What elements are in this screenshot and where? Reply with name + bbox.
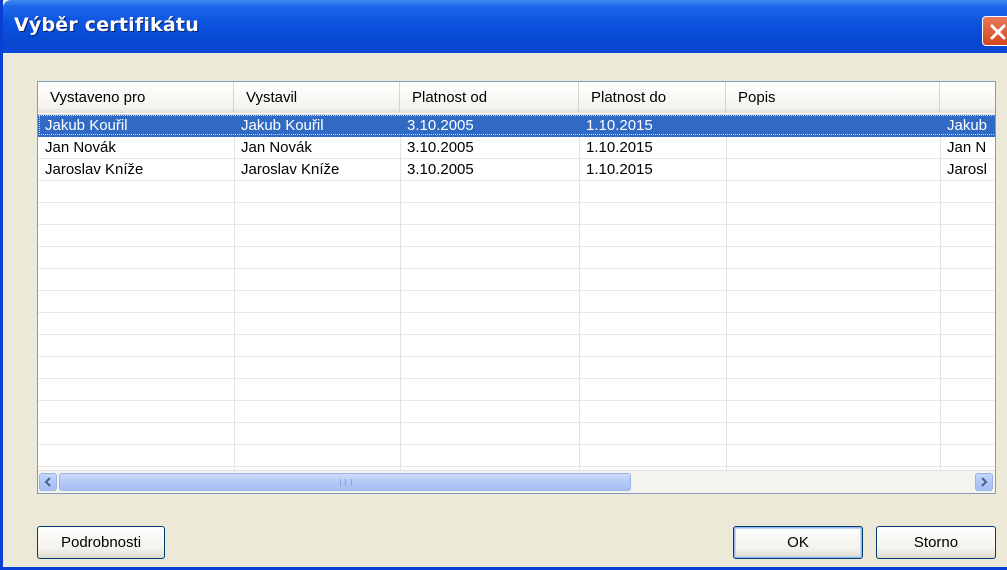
ok-button[interactable]: OK: [733, 526, 863, 559]
empty-row: [38, 203, 995, 225]
table-row[interactable]: Jakub Kouřil Jakub Kouřil 3.10.2005 1.10…: [38, 115, 995, 137]
window-title: Výběr certifikátu: [14, 14, 199, 36]
empty-row: [38, 423, 995, 445]
close-button[interactable]: [982, 16, 1007, 46]
column-header-extra[interactable]: [940, 82, 995, 113]
empty-row: [38, 269, 995, 291]
empty-row: [38, 357, 995, 379]
empty-row: [38, 291, 995, 313]
empty-row: [38, 181, 995, 203]
cell-issued-to: Jan Novák: [45, 139, 116, 156]
empty-row: [38, 335, 995, 357]
details-button[interactable]: Podrobnosti: [37, 526, 165, 559]
certificate-dialog: Výběr certifikátu Vystaveno pro Vystavil…: [0, 0, 1007, 570]
certificate-list[interactable]: Vystaveno pro Vystavil Platnost od Platn…: [37, 81, 996, 494]
scroll-right-button[interactable]: [975, 473, 993, 491]
list-header: Vystaveno pro Vystavil Platnost od Platn…: [38, 82, 995, 115]
title-bar[interactable]: Výběr certifikátu: [3, 0, 1007, 53]
empty-row: [38, 379, 995, 401]
cell-valid-from: 3.10.2005: [407, 139, 474, 156]
column-header-valid-to[interactable]: Platnost do: [579, 82, 726, 113]
empty-row: [38, 445, 995, 467]
cancel-button[interactable]: Storno: [876, 526, 996, 559]
grip-icon: [340, 479, 352, 486]
cell-valid-from: 3.10.2005: [407, 161, 474, 178]
table-row[interactable]: Jan Novák Jan Novák 3.10.2005 1.10.2015 …: [38, 137, 995, 159]
empty-row: [38, 313, 995, 335]
cell-valid-from: 3.10.2005: [407, 117, 474, 134]
cell-issued-by: Jaroslav Kníže: [241, 161, 340, 178]
empty-row: [38, 247, 995, 269]
cell-valid-to: 1.10.2015: [586, 117, 653, 134]
cell-valid-to: 1.10.2015: [586, 161, 653, 178]
cell-description: [726, 137, 940, 158]
scroll-left-button[interactable]: [39, 473, 57, 491]
scroll-thumb[interactable]: [59, 473, 631, 491]
cell-extra: Jan N: [947, 139, 987, 156]
column-header-issued-by[interactable]: Vystavil: [234, 82, 400, 113]
chevron-right-icon: [981, 477, 988, 487]
close-icon: [990, 24, 1006, 40]
cell-issued-by: Jakub Kouřil: [241, 117, 324, 134]
cell-extra: Jakub: [947, 117, 988, 134]
cell-extra: Jarosl: [947, 161, 988, 178]
table-row[interactable]: Jaroslav Kníže Jaroslav Kníže 3.10.2005 …: [38, 159, 995, 181]
horizontal-scrollbar[interactable]: [38, 470, 995, 493]
cell-issued-to: Jaroslav Kníže: [45, 161, 144, 178]
column-header-valid-from[interactable]: Platnost od: [400, 82, 579, 113]
column-header-issued-to[interactable]: Vystaveno pro: [38, 82, 234, 113]
cell-issued-to: Jakub Kouřil: [45, 117, 128, 134]
empty-row: [38, 401, 995, 423]
cell-valid-to: 1.10.2015: [586, 139, 653, 156]
cell-description: [726, 115, 940, 136]
cell-issued-by: Jan Novák: [241, 139, 312, 156]
chevron-left-icon: [44, 477, 51, 487]
column-header-description[interactable]: Popis: [726, 82, 940, 113]
empty-row: [38, 225, 995, 247]
cell-description: [726, 159, 940, 180]
